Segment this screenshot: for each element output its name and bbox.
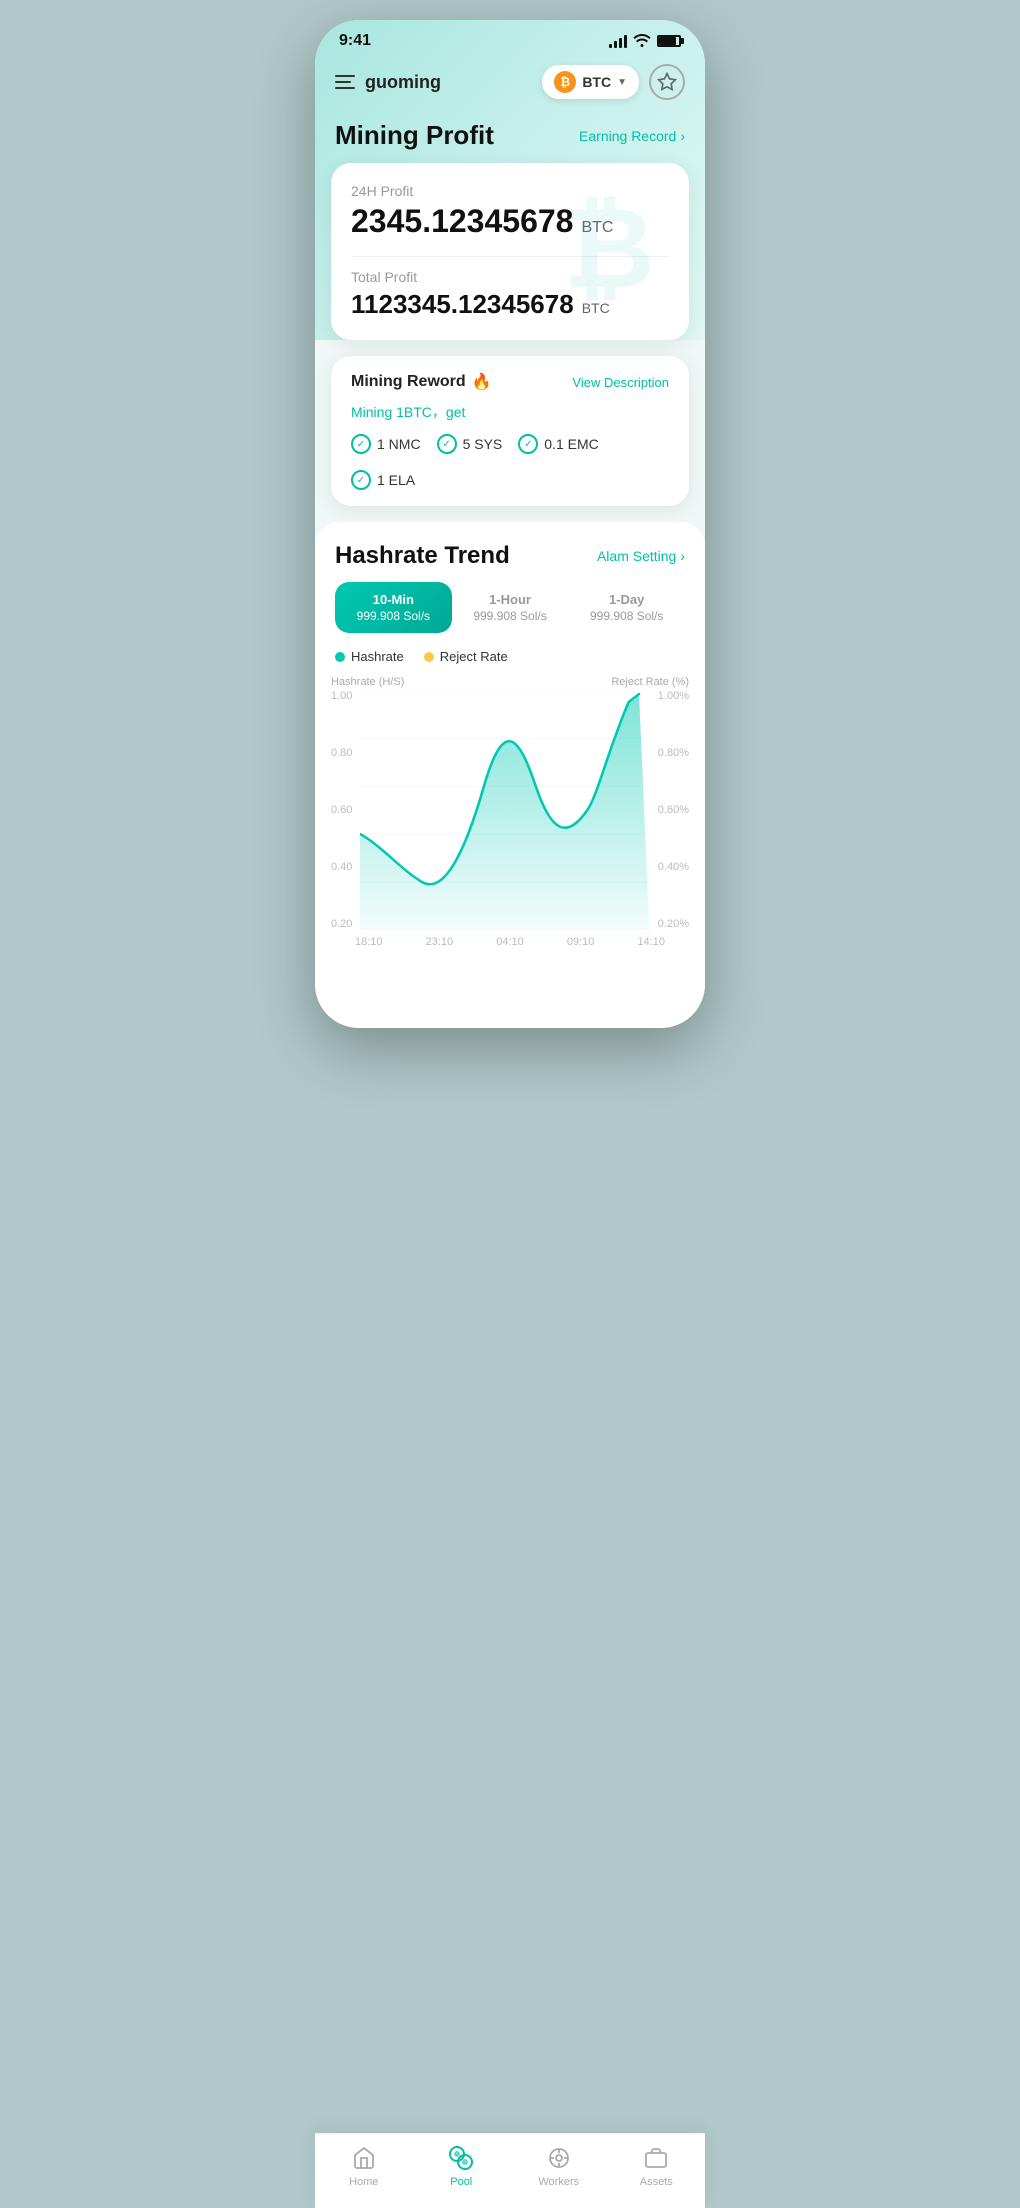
chevron-down-icon: ▼ bbox=[617, 77, 627, 88]
reward-coin-emc: ✓ 0.1 EMC bbox=[518, 434, 598, 454]
chevron-right-icon: › bbox=[680, 548, 685, 564]
chart-axis-labels: Hashrate (H/S) Reject Rate (%) bbox=[315, 672, 705, 690]
alarm-setting-link[interactable]: Alam Setting › bbox=[597, 548, 685, 564]
tab-1hour[interactable]: 1-Hour 999.908 Sol/s bbox=[452, 582, 569, 633]
profit-card: ₿ 24H Profit 2345.12345678 BTC Total Pro… bbox=[331, 163, 689, 340]
chart-svg bbox=[360, 690, 649, 930]
x-label-4: 14:10 bbox=[637, 936, 665, 948]
x-label-1: 23:10 bbox=[426, 936, 454, 948]
reward-description: Mining 1BTC，get bbox=[351, 402, 669, 422]
reward-coins-list: ✓ 1 NMC ✓ 5 SYS ✓ 0.1 EMC ✓ 1 ELA bbox=[351, 434, 669, 490]
y-axis-right-label: Reject Rate (%) bbox=[611, 676, 689, 688]
check-icon-sys: ✓ bbox=[437, 434, 457, 454]
y-axis-left-label: Hashrate (H/S) bbox=[331, 676, 404, 688]
chevron-right-icon: › bbox=[680, 128, 685, 144]
legend-hashrate: Hashrate bbox=[335, 649, 404, 664]
currency-label: BTC bbox=[582, 74, 611, 90]
hashrate-title: Hashrate Trend bbox=[335, 542, 510, 570]
earning-record-link[interactable]: Earning Record › bbox=[579, 128, 685, 144]
mining-profit-title: Mining Profit bbox=[335, 120, 494, 151]
signal-bars-icon bbox=[609, 34, 627, 48]
currency-selector[interactable]: ₿ BTC ▼ bbox=[542, 65, 639, 99]
status-bar: 9:41 bbox=[315, 20, 705, 56]
x-label-0: 18:10 bbox=[355, 936, 383, 948]
view-description-link[interactable]: View Description bbox=[572, 375, 669, 390]
phone-frame: 9:41 bbox=[315, 20, 705, 1028]
mining-profit-header: Mining Profit Earning Record › bbox=[315, 112, 705, 163]
check-icon-ela: ✓ bbox=[351, 470, 371, 490]
svg-text:₿: ₿ bbox=[563, 186, 654, 311]
reward-coin-nmc: ✓ 1 NMC bbox=[351, 434, 421, 454]
app-header: guoming ₿ BTC ▼ bbox=[315, 56, 705, 112]
username-label: guoming bbox=[365, 72, 441, 93]
reward-coin-sys: ✓ 5 SYS bbox=[437, 434, 503, 454]
time-tabs: 10-Min 999.908 Sol/s 1-Hour 999.908 Sol/… bbox=[315, 582, 705, 649]
reward-title: Mining Reword 🔥 bbox=[351, 372, 492, 392]
white-section: Hashrate Trend Alam Setting › 10-Min 999… bbox=[315, 522, 705, 1028]
x-label-2: 04:10 bbox=[496, 936, 524, 948]
x-label-3: 09:10 bbox=[567, 936, 595, 948]
fire-icon: 🔥 bbox=[472, 372, 492, 392]
menu-button[interactable] bbox=[335, 75, 355, 89]
status-icons bbox=[609, 33, 681, 50]
status-time: 9:41 bbox=[339, 32, 371, 50]
tab-1day[interactable]: 1-Day 999.908 Sol/s bbox=[568, 582, 685, 633]
mining-reward-card: Mining Reword 🔥 View Description Mining … bbox=[331, 356, 689, 506]
wifi-icon bbox=[633, 33, 651, 50]
battery-icon bbox=[657, 35, 681, 47]
y-axis-left: 1.00 0.80 0.60 0.40 0.20 bbox=[331, 690, 360, 930]
chart-legend: Hashrate Reject Rate bbox=[315, 649, 705, 672]
y-axis-right: 1.00% 0.80% 0.60% 0.40% 0.20% bbox=[650, 690, 689, 930]
x-axis: 18:10 23:10 04:10 09:10 14:10 bbox=[315, 930, 705, 948]
legend-reject-rate: Reject Rate bbox=[424, 649, 508, 664]
hashrate-dot bbox=[335, 652, 345, 662]
btc-watermark-icon: ₿ bbox=[539, 182, 679, 322]
settings-button[interactable] bbox=[649, 64, 685, 100]
check-icon-nmc: ✓ bbox=[351, 434, 371, 454]
check-icon-emc: ✓ bbox=[518, 434, 538, 454]
tab-10min[interactable]: 10-Min 999.908 Sol/s bbox=[335, 582, 452, 633]
hashrate-header: Hashrate Trend Alam Setting › bbox=[315, 522, 705, 582]
btc-coin-icon: ₿ bbox=[554, 71, 576, 93]
reward-coin-ela: ✓ 1 ELA bbox=[351, 470, 415, 490]
reject-rate-dot bbox=[424, 652, 434, 662]
chart-area: 1.00 0.80 0.60 0.40 0.20 bbox=[315, 690, 705, 930]
